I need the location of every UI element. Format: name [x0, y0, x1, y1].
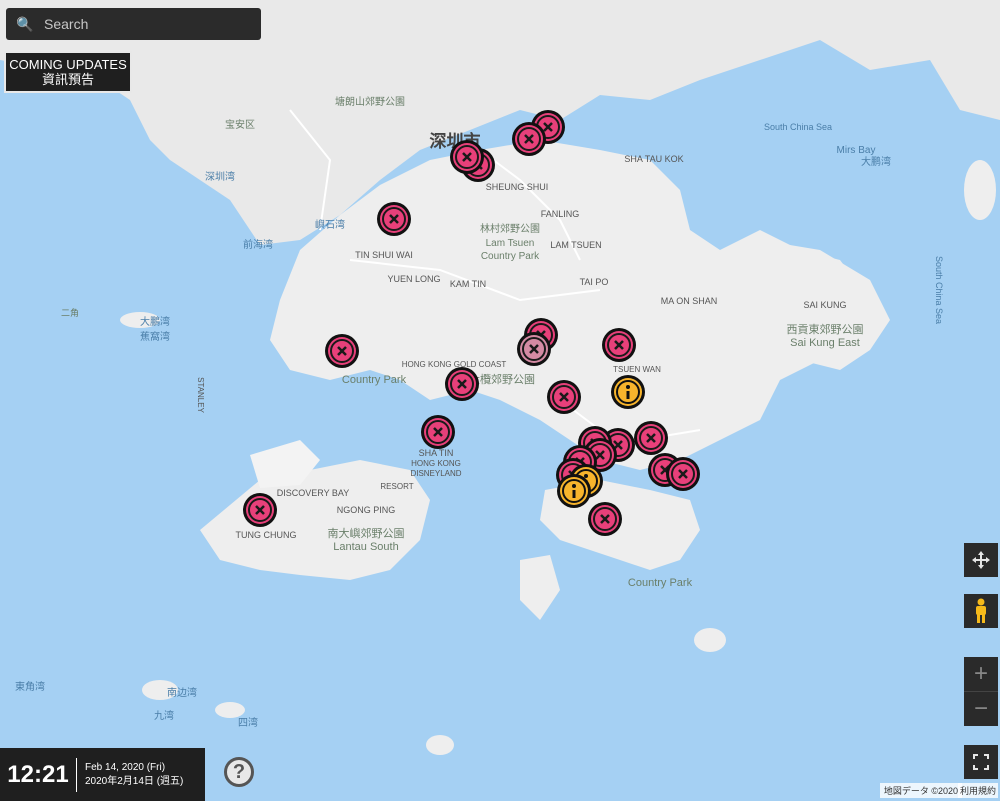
map-label: South China Sea: [934, 256, 944, 324]
incident-marker[interactable]: [421, 415, 455, 449]
map-label: Country Park: [628, 577, 693, 589]
help-button[interactable]: ?: [224, 757, 254, 787]
map-label: 深圳湾: [205, 170, 235, 183]
map-label: 南边湾: [167, 686, 197, 699]
map-label: Lantau South: [333, 541, 398, 553]
map-label: LAM TSUEN: [550, 240, 601, 250]
clock-panel: 12:21 Feb 14, 2020 (Fri) 2020年2月14日 (週五): [0, 748, 205, 801]
map-label: YUEN LONG: [387, 274, 440, 284]
map-label: SHA TIN: [419, 448, 454, 458]
clock-date: Feb 14, 2020 (Fri) 2020年2月14日 (週五): [77, 761, 183, 789]
zoom-in-button[interactable]: +: [964, 657, 998, 692]
map-label: South China Sea: [764, 122, 832, 132]
pan-control-button[interactable]: [964, 543, 998, 577]
incident-marker[interactable]: [450, 140, 484, 174]
map-label: RESORT: [380, 482, 413, 491]
terms-link[interactable]: 利用規約: [957, 783, 998, 798]
street-view-pegman-button[interactable]: [964, 594, 998, 628]
map-label: Country Park: [481, 251, 540, 262]
map-label: MA ON SHAN: [661, 296, 718, 306]
pegman-icon: [976, 598, 986, 623]
incident-marker[interactable]: [666, 457, 700, 491]
map-label: TIN SHUI WAI: [355, 250, 413, 260]
map-label: 前海湾: [243, 238, 273, 251]
minus-icon: −: [973, 695, 988, 722]
info-icon: [626, 385, 630, 389]
clock-time: 12:21: [0, 757, 77, 792]
coming-updates-button[interactable]: COMING UPDATES 資訊預告: [4, 51, 132, 93]
incident-marker[interactable]: [602, 328, 636, 362]
incident-marker[interactable]: [445, 367, 479, 401]
map-data-attribution: 地図データ ©2020: [879, 783, 962, 798]
plus-icon: +: [973, 660, 988, 687]
map-label: TAI PO: [580, 277, 609, 287]
map-label: 九湾: [154, 709, 174, 722]
incident-marker[interactable]: [325, 334, 359, 368]
move-arrows-icon: [972, 551, 990, 569]
coming-updates-label-zh: 資訊預告: [41, 72, 94, 87]
map-label: 嶼石湾: [315, 218, 345, 231]
search-icon: 🔍: [16, 15, 34, 32]
coming-updates-label-en: COMING UPDATES: [9, 57, 127, 72]
map-label: 四湾: [238, 716, 258, 729]
map-label: 南大嶼郊野公園: [328, 526, 405, 540]
map-label: KAM TIN: [450, 279, 486, 289]
incident-marker[interactable]: [634, 421, 668, 455]
clock-date-en: Feb 14, 2020 (Fri): [85, 761, 166, 773]
search-input[interactable]: [36, 15, 246, 33]
map-label: SAI KUNG: [803, 300, 846, 310]
map-label: 林村郊野公園: [480, 222, 540, 235]
map-canvas[interactable]: 深圳市宝安区塘朗山郊野公園SHEUNG SHUIFANLINGSHA TAU K…: [0, 0, 1000, 801]
fullscreen-icon: [973, 754, 989, 770]
incident-marker[interactable]: [243, 493, 277, 527]
info-icon: [584, 474, 588, 478]
map-label: 塘朗山郊野公園: [335, 95, 405, 108]
map-label: HONG KONG GOLD COAST: [402, 360, 507, 369]
map-label: TUNG CHUNG: [236, 530, 297, 540]
search-bar[interactable]: 🔍: [6, 8, 261, 40]
map-label: 大鵬湾: [140, 315, 170, 328]
map-label: NGONG PING: [337, 505, 396, 515]
map-label: Lam Tsuen: [486, 238, 535, 249]
map-label: FANLING: [541, 209, 580, 219]
map-label: Mirs Bay: [837, 145, 876, 156]
info-marker[interactable]: [557, 474, 591, 508]
map-label: TSUEN WAN: [613, 365, 661, 374]
help-icon: ?: [232, 761, 246, 783]
incident-marker[interactable]: [517, 332, 551, 366]
incident-marker[interactable]: [588, 502, 622, 536]
map-label: SHEUNG SHUI: [486, 182, 549, 192]
map-label: SHA TAU KOK: [624, 154, 683, 164]
zoom-out-button[interactable]: −: [964, 692, 998, 726]
map-label: 大鹏湾: [861, 155, 891, 168]
map-label: DISNEYLAND: [410, 469, 461, 478]
map-label: STANLEY: [196, 377, 205, 414]
info-marker[interactable]: [611, 375, 645, 409]
clock-date-zh: 2020年2月14日 (週五): [85, 775, 184, 787]
map-label: 西貢東郊野公園: [787, 323, 864, 336]
map-label: DISCOVERY BAY: [277, 488, 350, 498]
incident-marker[interactable]: [512, 122, 546, 156]
map-label: HONG KONG: [411, 459, 461, 468]
map-label: 蕉窩湾: [140, 330, 170, 343]
map-label: 二角: [61, 307, 79, 318]
fullscreen-button[interactable]: [964, 745, 998, 779]
map-label: Sai Kung East: [790, 337, 860, 349]
map-label: 東角湾: [15, 680, 45, 693]
map-label: Country Park: [342, 374, 407, 386]
info-icon: [572, 484, 576, 488]
incident-marker[interactable]: [377, 202, 411, 236]
map-label: 宝安区: [225, 118, 255, 131]
incident-marker[interactable]: [547, 380, 581, 414]
